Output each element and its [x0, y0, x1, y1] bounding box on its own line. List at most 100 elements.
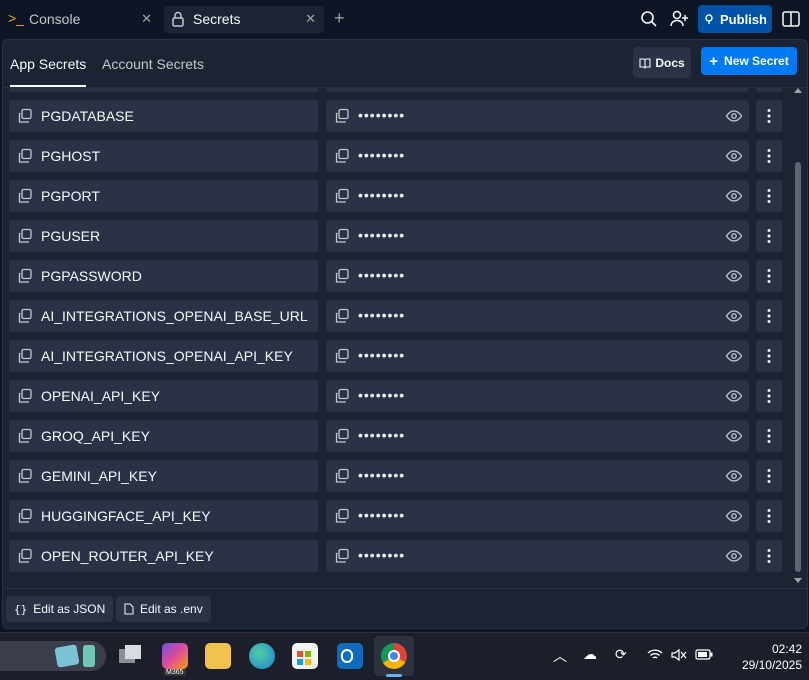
- secret-value-field[interactable]: ••••••••: [326, 100, 749, 132]
- battery-icon[interactable]: [695, 649, 713, 660]
- copy-icon[interactable]: [334, 548, 350, 564]
- copy-icon[interactable]: [334, 428, 350, 444]
- secret-menu-button[interactable]: [756, 180, 782, 212]
- copy-icon[interactable]: [17, 108, 33, 124]
- copy-icon[interactable]: [17, 508, 33, 524]
- eye-icon[interactable]: [725, 347, 743, 365]
- tab-secrets[interactable]: Secrets ✕: [164, 6, 324, 33]
- secret-menu-button[interactable]: [756, 260, 782, 292]
- scroll-up-arrow[interactable]: [794, 88, 802, 93]
- eye-icon[interactable]: [725, 307, 743, 325]
- onedrive-icon[interactable]: ☁: [583, 646, 597, 663]
- secret-value-field[interactable]: ••••••••: [326, 260, 749, 292]
- scroll-down-arrow[interactable]: [794, 578, 802, 583]
- docs-button[interactable]: Docs: [633, 47, 691, 78]
- secret-menu-button[interactable]: [756, 140, 782, 172]
- copy-icon[interactable]: [334, 468, 350, 484]
- eye-icon[interactable]: [725, 267, 743, 285]
- copy-icon[interactable]: [334, 268, 350, 284]
- edit-json-button[interactable]: {} Edit as JSON: [6, 596, 114, 622]
- search-icon[interactable]: [638, 8, 660, 30]
- secret-key-field[interactable]: GEMINI_API_KEY: [9, 460, 318, 492]
- eye-icon[interactable]: [725, 227, 743, 245]
- wifi-icon[interactable]: [647, 648, 663, 662]
- publish-button[interactable]: Publish: [698, 5, 772, 33]
- eye-icon[interactable]: [725, 107, 743, 125]
- chevron-up-icon[interactable]: ︿: [553, 646, 567, 666]
- secret-key-field[interactable]: AI_INTEGRATIONS_OPENAI_BASE_URL: [9, 300, 318, 332]
- secret-menu-button[interactable]: [756, 380, 782, 412]
- tab-console[interactable]: >_ Console ✕: [0, 6, 160, 33]
- secret-key-field[interactable]: AI_INTEGRATIONS_OPENAI_API_KEY: [9, 340, 318, 372]
- speaker-muted-icon[interactable]: [671, 648, 687, 662]
- edit-env-button[interactable]: Edit as .env: [116, 596, 211, 622]
- copy-icon[interactable]: [17, 468, 33, 484]
- add-user-icon[interactable]: [668, 8, 690, 30]
- copy-icon[interactable]: [17, 188, 33, 204]
- secret-value-field[interactable]: ••••••••: [326, 300, 749, 332]
- secret-value-field[interactable]: ••••••••: [326, 340, 749, 372]
- split-pane-icon[interactable]: [780, 8, 802, 30]
- secret-key-field[interactable]: PGDATABASE: [9, 100, 318, 132]
- eye-icon[interactable]: [725, 387, 743, 405]
- secret-key-field[interactable]: PGPORT: [9, 180, 318, 212]
- secret-menu-button[interactable]: [756, 100, 782, 132]
- copy-icon[interactable]: [17, 428, 33, 444]
- clock[interactable]: 02:42 29/10/2025: [722, 641, 802, 673]
- task-view-icon[interactable]: [117, 643, 143, 669]
- copy-icon[interactable]: [334, 348, 350, 364]
- secret-key-field[interactable]: PGHOST: [9, 140, 318, 172]
- copy-icon[interactable]: [17, 308, 33, 324]
- copy-icon[interactable]: [17, 148, 33, 164]
- secret-value-field[interactable]: ••••••••: [326, 140, 749, 172]
- copy-icon[interactable]: [17, 268, 33, 284]
- secret-value-field[interactable]: ••••••••: [326, 420, 749, 452]
- copy-icon[interactable]: [17, 228, 33, 244]
- edge-icon[interactable]: [249, 643, 275, 669]
- scrollbar-thumb[interactable]: [795, 162, 801, 572]
- secret-value-field[interactable]: ••••••••: [326, 380, 749, 412]
- secret-menu-button[interactable]: [756, 340, 782, 372]
- copy-icon[interactable]: [17, 348, 33, 364]
- tab-account-secrets[interactable]: Account Secrets: [102, 56, 204, 72]
- secret-value-field[interactable]: ••••••••: [326, 180, 749, 212]
- copy-icon[interactable]: [17, 548, 33, 564]
- secret-value-field[interactable]: ••••••••: [326, 220, 749, 252]
- eye-icon[interactable]: [725, 507, 743, 525]
- store-icon[interactable]: [292, 643, 318, 669]
- m365-copilot-icon[interactable]: M365: [162, 643, 188, 676]
- secret-menu-button[interactable]: [756, 500, 782, 532]
- secret-menu-button[interactable]: [756, 460, 782, 492]
- eye-icon[interactable]: [725, 427, 743, 445]
- sync-icon[interactable]: ⟳: [615, 646, 627, 663]
- secret-menu-button[interactable]: [756, 220, 782, 252]
- eye-icon[interactable]: [725, 547, 743, 565]
- secret-key-field[interactable]: PGPASSWORD: [9, 260, 318, 292]
- copy-icon[interactable]: [334, 308, 350, 324]
- eye-icon[interactable]: [725, 187, 743, 205]
- copy-icon[interactable]: [334, 108, 350, 124]
- scrollbar[interactable]: [792, 88, 804, 626]
- secret-menu-button[interactable]: [756, 420, 782, 452]
- copy-icon[interactable]: [334, 188, 350, 204]
- taskbar-search-box[interactable]: [0, 641, 106, 671]
- secret-key-field[interactable]: GROQ_API_KEY: [9, 420, 318, 452]
- secret-key-field[interactable]: PGUSER: [9, 220, 318, 252]
- secret-value-field[interactable]: ••••••••: [326, 460, 749, 492]
- secret-value-field[interactable]: ••••••••: [326, 540, 749, 572]
- copy-icon[interactable]: [17, 388, 33, 404]
- new-secret-button[interactable]: + New Secret: [701, 47, 797, 75]
- add-tab-icon[interactable]: +: [334, 8, 345, 29]
- chrome-icon[interactable]: [381, 643, 407, 669]
- tab-app-secrets[interactable]: App Secrets: [10, 56, 87, 87]
- secret-key-field[interactable]: OPENAI_API_KEY: [9, 380, 318, 412]
- copy-icon[interactable]: [334, 508, 350, 524]
- eye-icon[interactable]: [725, 467, 743, 485]
- outlook-icon[interactable]: [337, 643, 363, 669]
- close-icon[interactable]: ✕: [305, 11, 316, 27]
- secret-menu-button[interactable]: [756, 540, 782, 572]
- file-explorer-icon[interactable]: [205, 643, 231, 669]
- eye-icon[interactable]: [725, 147, 743, 165]
- copy-icon[interactable]: [334, 228, 350, 244]
- copy-icon[interactable]: [334, 388, 350, 404]
